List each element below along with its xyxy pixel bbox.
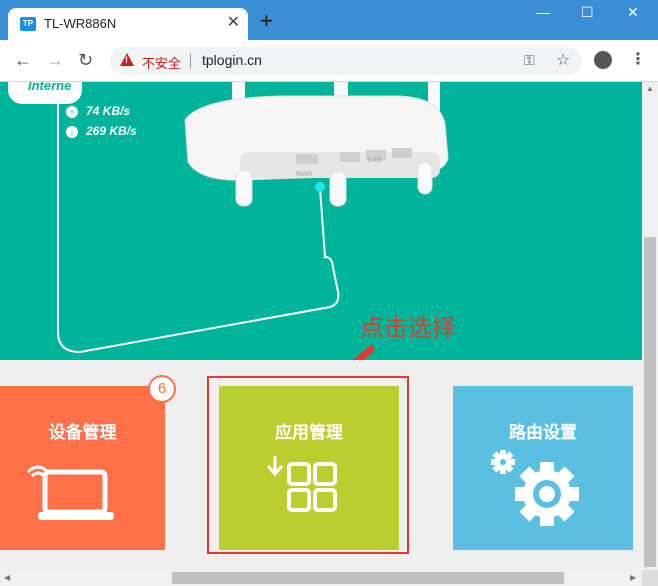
- page-content: Interne ↑ 74 KB/s ↓ 269 KB/s WAN LAN 点击选…: [0, 82, 642, 570]
- scroll-up-arrow-icon[interactable]: ▲: [646, 84, 654, 93]
- close-window-button[interactable]: ✕: [627, 4, 639, 21]
- bookmark-star-icon[interactable]: ☆: [556, 50, 570, 70]
- scroll-right-arrow-icon[interactable]: ▶: [630, 573, 636, 582]
- back-button[interactable]: ←: [14, 50, 32, 70]
- key-icon[interactable]: ⚿: [524, 52, 535, 69]
- tab-title: TL-WR886N: [44, 16, 117, 31]
- url-text[interactable]: tplogin.cn: [202, 52, 262, 68]
- warning-icon[interactable]: !: [120, 53, 134, 66]
- gear-icon: [491, 450, 579, 526]
- reload-button[interactable]: ↻: [78, 50, 93, 70]
- router-illustration: WAN LAN: [57, 82, 449, 360]
- vertical-scroll-thumb[interactable]: [644, 237, 656, 567]
- vertical-scrollbar[interactable]: ▲: [642, 82, 658, 570]
- forward-button[interactable]: →: [46, 50, 64, 70]
- laptop-wifi-icon: [26, 465, 114, 520]
- scrollbar-corner: [642, 570, 658, 586]
- device-count-badge: 6: [148, 375, 176, 403]
- new-tab-button[interactable]: +: [260, 10, 273, 32]
- selection-highlight-box: [207, 376, 409, 554]
- menu-icon[interactable]: ⋮: [630, 49, 646, 69]
- device-management-tile[interactable]: 设备管理: [0, 386, 165, 550]
- browser-tab[interactable]: TP TL-WR886N ✕: [8, 8, 248, 40]
- annotation-text: 点击选择: [360, 314, 456, 342]
- account-icon[interactable]: [594, 51, 612, 69]
- horizontal-scrollbar[interactable]: ◀ ▶: [0, 570, 642, 586]
- browser-titlebar: TP TL-WR886N ✕ + — ☐ ✕: [0, 0, 658, 40]
- network-topology-banner: Interne ↑ 74 KB/s ↓ 269 KB/s WAN LAN: [0, 82, 642, 360]
- router-settings-tile[interactable]: 路由设置: [453, 386, 633, 550]
- maximize-button[interactable]: ☐: [581, 4, 594, 21]
- tab-close-icon[interactable]: ✕: [227, 14, 240, 32]
- horizontal-scroll-thumb[interactable]: [172, 572, 564, 584]
- lan-port-label: LAN: [368, 157, 382, 164]
- security-label[interactable]: 不安全: [142, 53, 181, 72]
- omnibox-divider: [190, 53, 191, 69]
- wan-port-label: WAN: [296, 171, 312, 178]
- minimize-button[interactable]: —: [536, 4, 550, 20]
- address-bar[interactable]: ! 不安全 tplogin.cn ⚿ ☆: [110, 47, 582, 75]
- scroll-left-arrow-icon[interactable]: ◀: [4, 573, 10, 582]
- browser-toolbar: ← → ↻ ! 不安全 tplogin.cn ⚿ ☆ ⋮: [0, 40, 658, 82]
- tplink-favicon-icon: TP: [20, 17, 36, 31]
